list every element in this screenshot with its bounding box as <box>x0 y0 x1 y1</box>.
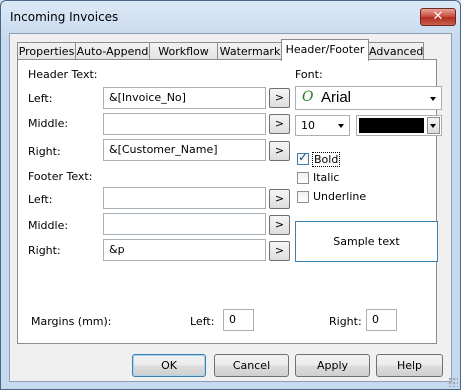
chevron-down-icon <box>430 124 436 128</box>
font-color-swatch <box>359 118 424 133</box>
italic-checkbox[interactable] <box>297 172 309 184</box>
tab-advanced[interactable]: Advanced <box>368 42 424 60</box>
sample-text-preview: Sample text <box>295 221 438 262</box>
tab-workflow[interactable]: Workflow <box>149 42 218 60</box>
ok-button[interactable]: OK <box>132 354 206 377</box>
underline-checkbox[interactable] <box>297 191 309 203</box>
header-left-insert-button[interactable]: > <box>269 88 290 108</box>
font-name-dropdown[interactable]: O Arial <box>295 86 442 110</box>
tab-properties[interactable]: Properties <box>17 42 76 60</box>
footer-right-input[interactable]: &p <box>103 239 266 261</box>
font-label: Font: <box>295 68 323 81</box>
help-button[interactable]: Help <box>376 354 443 377</box>
apply-button[interactable]: Apply <box>295 354 370 377</box>
margin-right-input[interactable]: 0 <box>366 309 397 331</box>
italic-label: Italic <box>313 171 340 184</box>
margin-right-label: Right: <box>329 315 362 328</box>
close-icon: ✕ <box>432 9 444 24</box>
footer-right-label: Right: <box>28 244 61 257</box>
footer-text-label: Footer Text: <box>28 170 93 183</box>
header-middle-label: Middle: <box>28 117 69 130</box>
header-footer-panel: Header Text: Left: &[Invoice_No] > Middl… <box>17 59 442 344</box>
font-name-value: Arial <box>321 89 352 106</box>
cancel-button[interactable]: Cancel <box>214 354 289 377</box>
footer-left-label: Left: <box>28 193 53 206</box>
font-size-dropdown[interactable]: 10 <box>295 115 350 136</box>
dialog-client-area: Properties Auto-Append Workflow Watermar… <box>9 33 452 382</box>
checkmark-icon: ✓ <box>298 150 309 164</box>
header-right-label: Right: <box>28 145 61 158</box>
margin-left-input[interactable]: 0 <box>223 309 254 331</box>
header-middle-insert-button[interactable]: > <box>269 114 290 134</box>
footer-left-input[interactable] <box>103 187 266 209</box>
header-left-label: Left: <box>28 92 53 105</box>
tab-header-footer[interactable]: Header/Footer <box>281 39 369 61</box>
header-left-input[interactable]: &[Invoice_No] <box>103 87 266 109</box>
footer-right-insert-button[interactable]: > <box>269 241 290 261</box>
chevron-down-icon <box>430 97 436 101</box>
tab-auto-append[interactable]: Auto-Append <box>75 42 150 60</box>
font-color-dropdown[interactable] <box>356 115 442 136</box>
header-right-insert-button[interactable]: > <box>269 141 290 161</box>
color-dropdown-button[interactable] <box>427 117 440 134</box>
underline-label: Underline <box>313 190 367 203</box>
window-title: Incoming Invoices <box>10 10 119 24</box>
header-middle-input[interactable] <box>103 113 266 135</box>
chevron-down-icon <box>338 124 344 128</box>
header-text-label: Header Text: <box>28 68 98 81</box>
resize-grip[interactable] <box>448 377 458 387</box>
footer-middle-label: Middle: <box>28 219 69 232</box>
opentype-font-icon: O <box>302 89 314 105</box>
dialog-window: Incoming Invoices ✕ Properties Auto-Appe… <box>0 0 461 390</box>
margins-label: Margins (mm): <box>31 315 112 328</box>
tab-watermark[interactable]: Watermark <box>217 42 283 60</box>
bold-label: Bold <box>312 152 341 167</box>
bold-checkbox[interactable]: ✓ <box>297 150 309 165</box>
header-right-input[interactable]: &[Customer_Name] <box>103 139 266 161</box>
font-size-value: 10 <box>301 119 315 132</box>
footer-middle-insert-button[interactable]: > <box>269 215 290 235</box>
margin-left-label: Left: <box>190 315 215 328</box>
footer-middle-input[interactable] <box>103 213 266 235</box>
footer-left-insert-button[interactable]: > <box>269 189 290 209</box>
close-button[interactable]: ✕ <box>420 8 456 26</box>
